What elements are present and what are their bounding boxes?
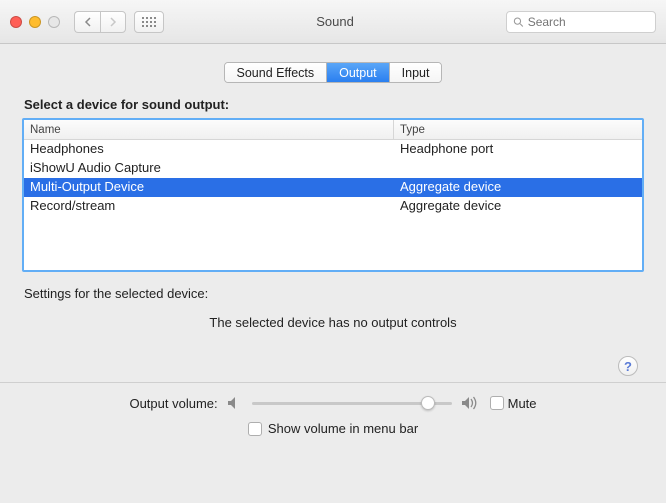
forward-button[interactable] xyxy=(100,11,126,33)
back-button[interactable] xyxy=(74,11,100,33)
device-type: Aggregate device xyxy=(394,178,642,197)
device-type xyxy=(394,159,642,178)
device-type: Headphone port xyxy=(394,140,642,159)
checkbox-icon xyxy=(248,422,262,436)
search-input[interactable] xyxy=(528,15,649,29)
device-type: Aggregate device xyxy=(394,197,642,216)
table-row[interactable]: Record/stream Aggregate device xyxy=(24,197,642,216)
help-row: ? xyxy=(22,356,644,376)
help-button[interactable]: ? xyxy=(618,356,638,376)
tab-input[interactable]: Input xyxy=(390,63,442,82)
speaker-low-icon xyxy=(226,396,244,410)
show-volume-label: Show volume in menu bar xyxy=(268,421,418,436)
show-all-button[interactable] xyxy=(134,11,164,33)
volume-row: Output volume: Mute xyxy=(129,395,536,411)
table-row[interactable]: Multi-Output Device Aggregate device xyxy=(24,178,642,197)
zoom-icon[interactable] xyxy=(48,16,60,28)
tab-sound-effects[interactable]: Sound Effects xyxy=(225,63,328,82)
device-name: Headphones xyxy=(24,140,394,159)
show-volume-checkbox[interactable]: Show volume in menu bar xyxy=(248,421,418,436)
settings-label: Settings for the selected device: xyxy=(24,286,644,301)
section-label: Select a device for sound output: xyxy=(22,97,644,112)
no-controls-message: The selected device has no output contro… xyxy=(22,315,644,330)
volume-slider[interactable] xyxy=(252,395,452,411)
table-header: Name Type xyxy=(24,120,642,140)
search-icon xyxy=(513,16,524,28)
device-name: Record/stream xyxy=(24,197,394,216)
column-header-name[interactable]: Name xyxy=(24,120,394,139)
table-row[interactable]: iShowU Audio Capture xyxy=(24,159,642,178)
mute-label: Mute xyxy=(508,396,537,411)
minimize-icon[interactable] xyxy=(29,16,41,28)
content: Sound Effects Output Input Select a devi… xyxy=(0,44,666,383)
table-body: Headphones Headphone port iShowU Audio C… xyxy=(24,140,642,270)
chevron-right-icon xyxy=(109,17,117,27)
device-name: iShowU Audio Capture xyxy=(24,159,394,178)
close-icon[interactable] xyxy=(10,16,22,28)
device-name: Multi-Output Device xyxy=(24,178,394,197)
grid-icon xyxy=(142,17,156,27)
segmented-control: Sound Effects Output Input xyxy=(224,62,443,83)
nav-back-forward xyxy=(74,11,126,33)
table-row[interactable]: Headphones Headphone port xyxy=(24,140,642,159)
checkbox-icon xyxy=(490,396,504,410)
window-title: Sound xyxy=(172,14,498,29)
mute-checkbox[interactable]: Mute xyxy=(490,396,537,411)
footer: Output volume: Mute Show volume in menu … xyxy=(0,383,666,450)
titlebar: Sound xyxy=(0,0,666,44)
speaker-high-icon xyxy=(460,396,482,410)
tabs: Sound Effects Output Input xyxy=(22,62,644,83)
tab-output[interactable]: Output xyxy=(327,63,390,82)
chevron-left-icon xyxy=(84,17,92,27)
device-table: Name Type Headphones Headphone port iSho… xyxy=(22,118,644,272)
volume-label: Output volume: xyxy=(129,396,217,411)
search-field[interactable] xyxy=(506,11,656,33)
window-controls xyxy=(10,16,60,28)
slider-thumb[interactable] xyxy=(421,396,435,410)
column-header-type[interactable]: Type xyxy=(394,120,642,139)
